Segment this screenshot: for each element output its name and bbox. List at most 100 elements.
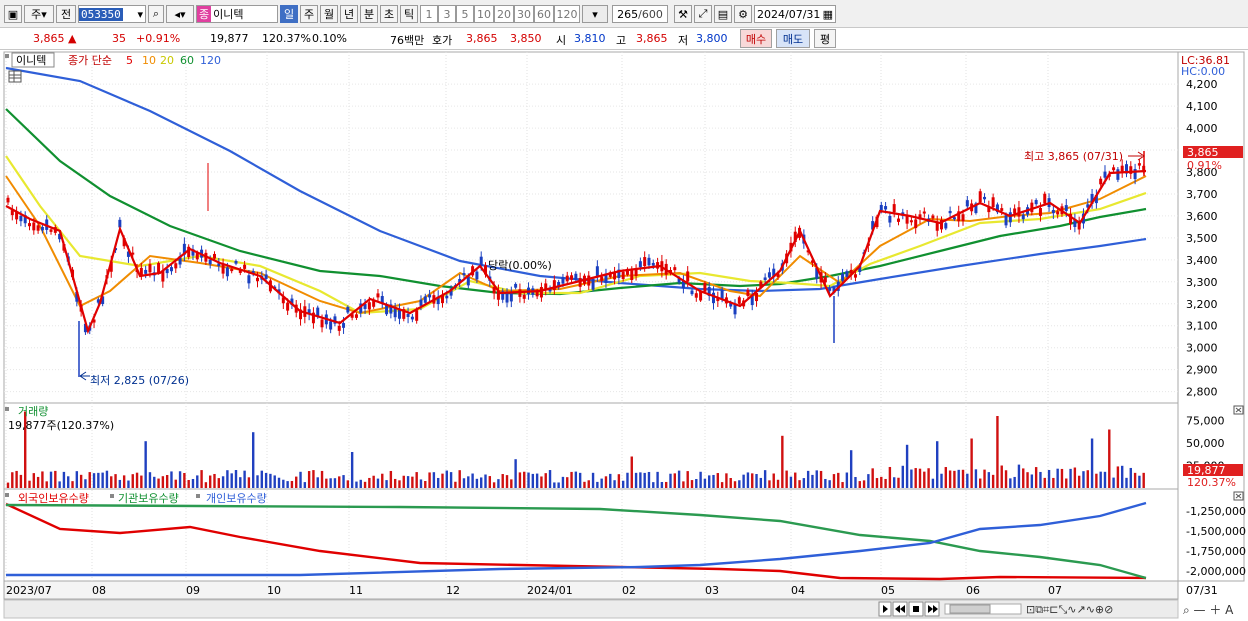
scroll-controls: ⊡⧉⌗⊏⤡∿↗∿⊕⊘ ⌕ — ＋ A [3, 599, 1234, 619]
volume-bar [488, 476, 492, 488]
candle-body [578, 278, 582, 287]
view-toggle[interactable]: 주 ▾ [24, 5, 54, 23]
candle-body [1013, 208, 1017, 214]
volume-bar [841, 482, 844, 488]
ma10-legend[interactable]: 10 [142, 54, 156, 67]
volume-bar [548, 470, 552, 488]
volume-bar [127, 480, 130, 488]
speaker-icon[interactable]: ◂▾ [166, 5, 194, 23]
volume-bar [1116, 466, 1120, 488]
institution-holdings-legend[interactable]: 기관보유수량 [118, 492, 179, 505]
window-menu-icon[interactable]: ▣ [4, 5, 22, 23]
volume-bar [690, 480, 694, 488]
volume-bar [1004, 470, 1008, 488]
candle-body [686, 271, 690, 282]
volume-bar [673, 473, 676, 488]
volume-bar [200, 470, 203, 488]
sell-button[interactable]: 매도 [776, 29, 810, 48]
date-field[interactable]: 2024/07/31 ▦ [754, 5, 836, 23]
volume-bar [273, 475, 276, 488]
price-y-tick: 3,000 [1186, 342, 1218, 355]
save-icon[interactable]: ▤ [714, 5, 732, 23]
volume-bar [122, 475, 126, 488]
foreign-holdings-legend[interactable]: 외국인보유수량 [18, 492, 89, 505]
chart-toolbar: ▣ 주 ▾ 전 053350 ▾ ⌕ ◂▾ 종 이니텍 일 주 월 년 분 초 틱 … [0, 0, 1248, 28]
count-field[interactable]: 265/600 [612, 5, 668, 23]
volume-bar [11, 472, 14, 488]
candle-body [40, 226, 44, 231]
view-toggle-2[interactable]: 전 [56, 5, 76, 23]
interval-60[interactable]: 60 [534, 5, 554, 23]
volume-bar [1073, 467, 1077, 488]
interval-3[interactable]: 3 [438, 5, 456, 23]
candle-body [841, 273, 845, 281]
interval-20[interactable]: 20 [494, 5, 514, 23]
stock-code-input[interactable]: 053350 ▾ [78, 5, 146, 23]
holdings-y-tick: -1,750,000 [1186, 545, 1246, 558]
buy-button[interactable]: 매수 [740, 29, 772, 48]
period-year[interactable]: 년 [340, 5, 358, 23]
period-day[interactable]: 일 [280, 5, 298, 23]
volume-bar [196, 475, 199, 488]
interval-custom-dropdown[interactable]: ▾ [582, 5, 608, 23]
candle-body [1116, 169, 1120, 180]
ma120-legend[interactable]: 120 [200, 54, 221, 67]
high-price: 3,865 [636, 32, 668, 45]
stock-name-field[interactable]: 종 이니텍 [196, 5, 278, 23]
x-axis-label: 04 [791, 584, 805, 597]
volume-bar [234, 470, 238, 488]
interval-120[interactable]: 120 [554, 5, 580, 23]
ma20-legend[interactable]: 20 [160, 54, 174, 67]
drawing-tools-icon[interactable]: ⊡⧉⌗⊏⤡∿↗∿⊕⊘ [1026, 603, 1113, 616]
candle-body [983, 196, 987, 200]
ma5-legend[interactable]: 5 [126, 54, 133, 67]
interval-10[interactable]: 10 [474, 5, 494, 23]
candle-body [737, 297, 741, 304]
volume-bar [501, 474, 504, 488]
volume-bar [363, 481, 367, 488]
candle-body [879, 204, 883, 211]
crosshair-icon[interactable]: ⤢ [694, 5, 712, 23]
interval-5[interactable]: 5 [456, 5, 474, 23]
volume-bar [514, 459, 517, 488]
eval-button[interactable]: 평 [814, 29, 836, 48]
volume-bar [140, 475, 143, 488]
volume-bar [1056, 468, 1059, 488]
period-month[interactable]: 월 [320, 5, 338, 23]
volume-bar [948, 470, 952, 488]
current-price-pct: 0.91% [1187, 159, 1222, 172]
table-toggle-icon[interactable] [8, 70, 22, 83]
volume-bar [566, 477, 569, 488]
scroll-thumb[interactable] [949, 604, 991, 614]
volume-bar [239, 477, 242, 488]
individual-holdings-legend[interactable]: 개인보유수량 [206, 492, 267, 505]
volume-bar [393, 478, 397, 488]
x-axis-label: 06 [966, 584, 980, 597]
ma60-legend[interactable]: 60 [180, 54, 194, 67]
period-tick[interactable]: 틱 [400, 5, 418, 23]
interval-1[interactable]: 1 [420, 5, 438, 23]
period-minute[interactable]: 분 [360, 5, 378, 23]
chart-type-icon[interactable]: ⚒ [674, 5, 692, 23]
volume-bar [578, 472, 582, 488]
interval-30[interactable]: 30 [514, 5, 534, 23]
volume-bar [458, 470, 461, 488]
zoom-controls-icon[interactable]: ⌕ — ＋ A [1183, 603, 1234, 617]
calendar-icon[interactable]: ▦ [823, 8, 833, 21]
volume-bar [544, 473, 547, 488]
settings-gear-icon[interactable]: ⚙ [734, 5, 752, 23]
candle-body [914, 219, 918, 229]
volume-bar [79, 474, 83, 488]
period-second[interactable]: 초 [380, 5, 398, 23]
candle-body [884, 206, 888, 210]
volume-bar [910, 469, 913, 488]
volume-bar [884, 478, 887, 488]
volume-bar [424, 481, 427, 488]
period-week[interactable]: 주 [300, 5, 318, 23]
volume-bar [914, 468, 917, 488]
volume-bar [647, 471, 651, 488]
candle-body [720, 290, 724, 299]
search-icon[interactable]: ⌕ [148, 5, 164, 23]
volume-bar [36, 476, 40, 488]
volume-bar [918, 468, 922, 488]
